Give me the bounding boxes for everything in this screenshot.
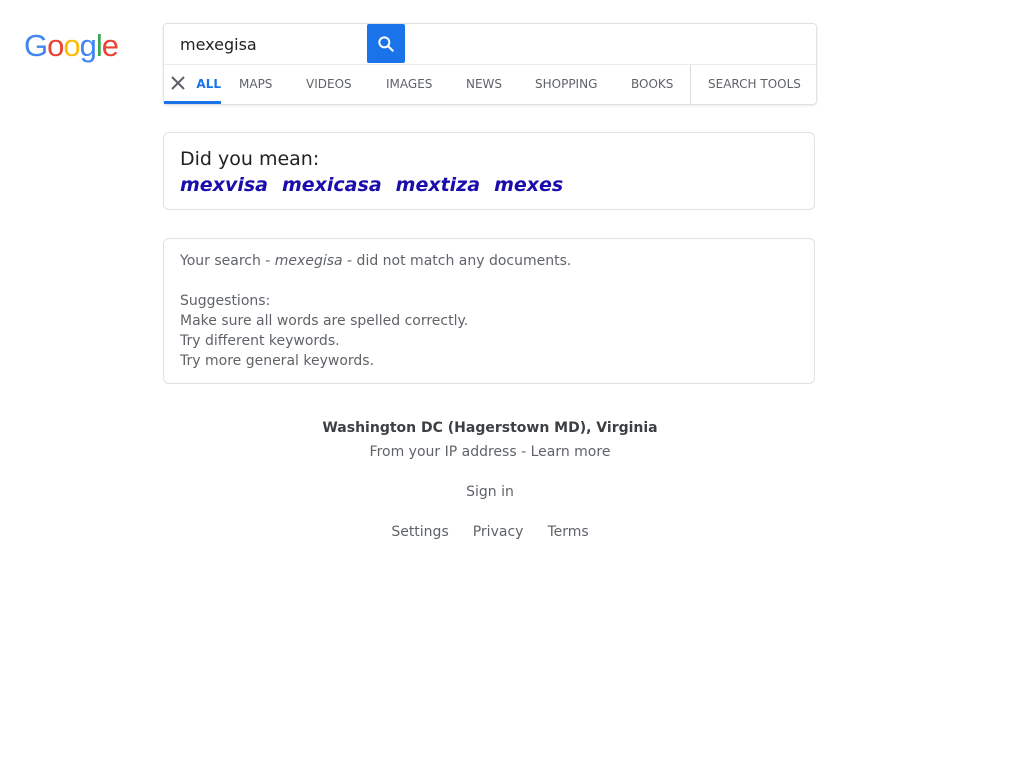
did-you-mean-title: Did you mean: xyxy=(180,148,320,170)
google-logo[interactable]: Google xyxy=(24,28,119,63)
tab-news[interactable]: NEWS xyxy=(466,65,502,104)
suggestion-link[interactable]: mextiza xyxy=(396,174,480,196)
no-match-card: Your search - mexegisa - did not match a… xyxy=(163,238,815,384)
did-you-mean-card: Did you mean: mexvisa mexicasa mextiza mexe… xyxy=(163,132,815,210)
location-name: Washington DC (Hagerstown MD), Virginia xyxy=(322,420,658,436)
logo-letter: G xyxy=(24,28,48,63)
learn-more-link[interactable]: Learn more xyxy=(531,444,611,460)
logo-letter: e xyxy=(101,28,119,63)
no-match-suffix: - did not match any documents. xyxy=(342,253,572,269)
logo-letter: g xyxy=(79,28,97,63)
footer-signin: Sign in xyxy=(0,484,980,500)
suggestion-tip: Make sure all words are spelled correctl… xyxy=(180,313,469,329)
tab-maps[interactable]: MAPS xyxy=(239,65,272,104)
search-input[interactable] xyxy=(164,24,382,64)
no-match-line: Your search - mexegisa - did not match a… xyxy=(180,251,571,271)
settings-link[interactable]: Settings xyxy=(391,524,448,540)
tab-images[interactable]: IMAGES xyxy=(386,65,432,104)
suggestion-link[interactable]: mexicasa xyxy=(282,174,382,196)
did-you-mean-suggestions: mexvisa mexicasa mextiza mexes xyxy=(180,174,577,196)
suggestion-tip: Try different keywords. xyxy=(180,333,340,349)
logo-letter: o xyxy=(63,28,80,63)
tabs-divider xyxy=(690,65,691,104)
suggestion-link[interactable]: mexes xyxy=(494,174,563,196)
sign-in-link[interactable]: Sign in xyxy=(466,484,514,500)
privacy-link[interactable]: Privacy xyxy=(473,524,524,540)
tab-videos[interactable]: VIDEOS xyxy=(306,65,352,104)
tab-books[interactable]: BOOKS xyxy=(631,65,673,104)
footer-links: Settings Privacy Terms xyxy=(0,524,980,540)
search-box: ALL MAPS VIDEOS IMAGES NEWS SHOPPING BOO… xyxy=(163,23,817,105)
terms-link[interactable]: Terms xyxy=(547,524,588,540)
search-icon xyxy=(378,35,394,52)
suggestion-tip: Try more general keywords. xyxy=(180,353,375,369)
logo-letter: o xyxy=(47,28,64,63)
search-button[interactable] xyxy=(367,24,405,63)
location-source-text: From your IP address - xyxy=(369,444,531,460)
search-tools-button[interactable]: SEARCH TOOLS xyxy=(708,65,801,104)
tab-shopping[interactable]: SHOPPING xyxy=(535,65,597,104)
no-match-prefix: Your search - xyxy=(180,253,275,269)
no-match-message: Your search - mexegisa - did not match a… xyxy=(180,251,571,371)
suggestion-link[interactable]: mexvisa xyxy=(180,174,268,196)
location-source: From your IP address - Learn more xyxy=(0,444,980,460)
suggestions-title: Suggestions: xyxy=(180,293,271,309)
search-tabs: ALL MAPS VIDEOS IMAGES NEWS SHOPPING BOO… xyxy=(164,64,816,105)
tab-all[interactable]: ALL xyxy=(164,65,221,104)
no-match-query: mexegisa xyxy=(274,253,343,269)
